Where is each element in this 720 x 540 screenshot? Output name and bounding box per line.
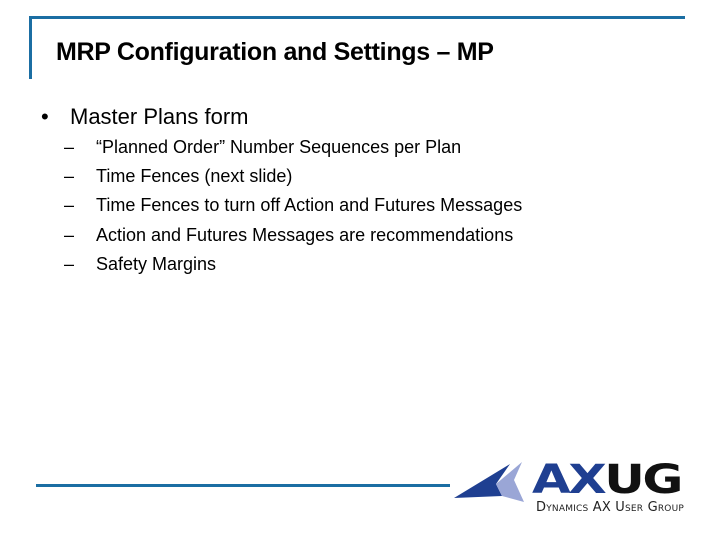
dash-marker: – xyxy=(64,137,75,157)
axug-swoosh-icon xyxy=(454,462,524,502)
sub-bullet-item: – Safety Margins xyxy=(64,250,522,279)
sub-bullet-item: – Time Fences to turn off Action and Futu… xyxy=(64,191,522,220)
sub-bullet-list: – “Planned Order” Number Sequences per Pl… xyxy=(64,133,522,279)
axug-tagline: Dynamics AX User Group xyxy=(536,500,685,515)
dash-marker: – xyxy=(64,253,75,274)
sub-bullet-item: – “Planned Order” Number Sequences per Pl… xyxy=(64,133,522,162)
slide-title: MRP Configuration and Settings – MP xyxy=(56,38,494,66)
dash-marker: – xyxy=(64,224,75,245)
wordmark-ug: UG xyxy=(604,457,683,503)
sub-bullet-text: Safety Margins xyxy=(96,253,217,274)
footer-rule xyxy=(36,484,450,487)
sub-bullet-item: – Action and Futures Messages are recomme… xyxy=(64,221,522,250)
sub-bullet-text: Action and Futures Messages are recommen… xyxy=(96,224,514,245)
title-frame-top-rule xyxy=(29,16,685,19)
sub-bullet-text: “Planned Order” Number Sequences per Pla… xyxy=(96,137,462,157)
dash-marker: – xyxy=(64,195,75,216)
bullet-marker: • xyxy=(41,104,49,129)
sub-bullet-text: Time Fences to turn off Action and Futur… xyxy=(96,195,523,216)
title-frame-left-rule xyxy=(29,16,32,79)
sub-bullet-item: – Time Fences (next slide) xyxy=(64,162,522,191)
axug-logo: AXUG Dynamics AX User Group xyxy=(452,460,704,524)
axug-wordmark: AXUG xyxy=(532,457,683,503)
sub-bullet-text: Time Fences (next slide) xyxy=(96,166,293,187)
bullet-item-master-plans: • Master Plans form xyxy=(41,102,249,132)
wordmark-ax: AX xyxy=(532,457,607,503)
bullet-text: Master Plans form xyxy=(70,104,249,129)
dash-marker: – xyxy=(64,166,75,187)
